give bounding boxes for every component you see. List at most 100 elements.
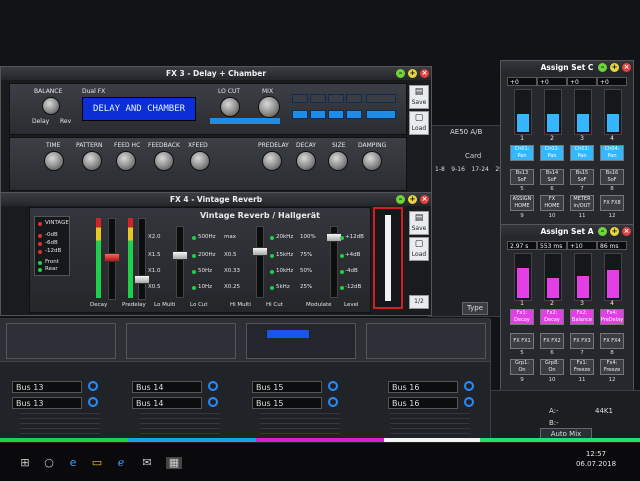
minimize-button[interactable]: – <box>598 63 607 72</box>
fx-pad[interactable] <box>328 94 344 103</box>
assign-c-button[interactable]: Bs15 SoF <box>570 169 594 185</box>
fx-pad[interactable] <box>328 110 344 119</box>
save-button[interactable]: ▤ Save <box>409 85 429 109</box>
assign-c-button[interactable]: ASSIGN HOME <box>510 195 534 211</box>
assign-c-button[interactable]: METER in/OUT <box>570 195 594 211</box>
mode-led[interactable] <box>38 234 42 238</box>
load-button[interactable]: ▢ Load <box>409 237 429 261</box>
maximize-button[interactable]: + <box>610 63 619 72</box>
size-knob[interactable] <box>328 151 348 171</box>
fx-pad[interactable] <box>310 94 326 103</box>
close-button[interactable]: × <box>420 69 429 78</box>
balance-knob[interactable] <box>42 97 60 115</box>
bus-knob-icon[interactable] <box>88 381 98 391</box>
maximize-button[interactable]: + <box>408 195 417 204</box>
fx-assign-button-3[interactable]: Fx2: Balance <box>570 309 594 325</box>
save-button[interactable]: ▤ Save <box>409 211 429 235</box>
xfeed-knob[interactable] <box>190 151 210 171</box>
page-button[interactable]: 1/2 <box>409 295 429 309</box>
search-icon[interactable]: ○ <box>42 457 56 469</box>
feed-hc-knob[interactable] <box>116 151 136 171</box>
rack-module-3[interactable] <box>246 323 356 359</box>
fx-assign-button-2[interactable]: Fx2: Decay <box>540 309 564 325</box>
ie-icon[interactable]: ℯ <box>114 457 128 469</box>
mixer-app-icon[interactable]: ▦ <box>166 457 182 469</box>
fx-pad[interactable] <box>292 110 308 119</box>
assign-c-button[interactable]: FX FX8 <box>600 195 624 211</box>
assign-a-button[interactable]: Fx1: Freeze <box>570 359 594 375</box>
minimize-button[interactable]: – <box>598 227 607 236</box>
decay-knob[interactable] <box>296 151 316 171</box>
rack-module-4[interactable] <box>366 323 486 359</box>
assign-c-fader[interactable] <box>574 89 592 135</box>
lo-cut-knob[interactable] <box>220 97 240 117</box>
assign-a-button[interactable]: FX FX3 <box>570 333 594 349</box>
bus-knob-icon[interactable] <box>208 397 218 407</box>
windows-start-icon[interactable]: ⊞ <box>18 457 32 469</box>
assign-a-fader[interactable] <box>514 253 532 301</box>
minimize-button[interactable]: – <box>396 195 405 204</box>
pan-button-1[interactable]: Ch01: Pan <box>510 145 534 161</box>
bus-knob-icon[interactable] <box>208 381 218 391</box>
assign-a-button[interactable]: Fx4: Freeze <box>600 359 624 375</box>
assign-a-fader[interactable] <box>574 253 592 301</box>
bus-select-1a[interactable]: Bus 13 <box>12 381 82 393</box>
assign-c-button[interactable]: FX HOME <box>540 195 564 211</box>
close-button[interactable]: × <box>622 227 631 236</box>
assign-a-fader[interactable] <box>604 253 622 301</box>
fx-pad[interactable] <box>292 94 308 103</box>
assign-a-fader[interactable] <box>544 253 562 301</box>
lo-multi-fader[interactable] <box>172 226 188 298</box>
bus-select-2b[interactable]: Bus 14 <box>132 397 202 409</box>
feedback-knob[interactable] <box>154 151 174 171</box>
mode-led[interactable] <box>38 250 42 254</box>
hi-multi-fader[interactable] <box>252 226 268 298</box>
assign-a-button[interactable]: Grp8: On <box>540 359 564 375</box>
predelay-fader-cap[interactable] <box>134 275 150 284</box>
card-col[interactable]: 9-16 <box>451 166 465 173</box>
pattern-knob[interactable] <box>82 151 102 171</box>
bus-knob-icon[interactable] <box>464 381 474 391</box>
assign-a-button[interactable]: FX FX1 <box>510 333 534 349</box>
fx-pad[interactable] <box>310 110 326 119</box>
bus-select-2a[interactable]: Bus 14 <box>132 381 202 393</box>
edge-icon[interactable]: e <box>66 457 80 469</box>
bus-knob-icon[interactable] <box>328 397 338 407</box>
decay-fader-cap[interactable] <box>104 253 120 262</box>
maximize-button[interactable]: + <box>610 227 619 236</box>
fx-assign-button-4[interactable]: Fx4: PreDelay <box>600 309 624 325</box>
bus-select-1b[interactable]: Bus 13 <box>12 397 82 409</box>
mail-icon[interactable]: ✉ <box>140 457 154 469</box>
fx-pad[interactable] <box>366 110 396 119</box>
rack-module-2[interactable] <box>126 323 236 359</box>
assign-c-fader[interactable] <box>514 89 532 135</box>
close-button[interactable]: × <box>622 63 631 72</box>
pan-button-2[interactable]: Ch02: Pan <box>540 145 564 161</box>
hi-multi-cap[interactable] <box>252 247 268 256</box>
bus-select-4b[interactable]: Bus 16 <box>388 397 458 409</box>
decay-fader-track[interactable] <box>104 218 120 300</box>
damping-knob[interactable] <box>362 151 382 171</box>
vintage-led[interactable] <box>38 222 42 226</box>
mode-led[interactable] <box>38 268 42 272</box>
bus-select-3b[interactable]: Bus 15 <box>252 397 322 409</box>
card-col[interactable]: 1-8 <box>435 166 445 173</box>
minimize-button[interactable]: – <box>396 69 405 78</box>
folder-icon[interactable]: ▭ <box>90 457 104 469</box>
card-col[interactable]: 17-24 <box>471 166 488 173</box>
bus-knob-icon[interactable] <box>464 397 474 407</box>
type-button[interactable]: Type <box>462 302 488 315</box>
rack-module-1[interactable] <box>6 323 116 359</box>
fx-pad[interactable] <box>366 94 396 103</box>
assign-c-button[interactable]: Bs16 SoF <box>600 169 624 185</box>
close-button[interactable]: × <box>420 195 429 204</box>
assign-c-fader[interactable] <box>604 89 622 135</box>
predelay-fader-track[interactable] <box>134 218 150 300</box>
mix-knob[interactable] <box>258 96 280 118</box>
load-button[interactable]: ▢ Load <box>409 111 429 135</box>
time-knob[interactable] <box>44 151 64 171</box>
assign-a-button[interactable]: Grp1: On <box>510 359 534 375</box>
lo-multi-cap[interactable] <box>172 251 188 260</box>
bus-select-3a[interactable]: Bus 15 <box>252 381 322 393</box>
maximize-button[interactable]: + <box>408 69 417 78</box>
